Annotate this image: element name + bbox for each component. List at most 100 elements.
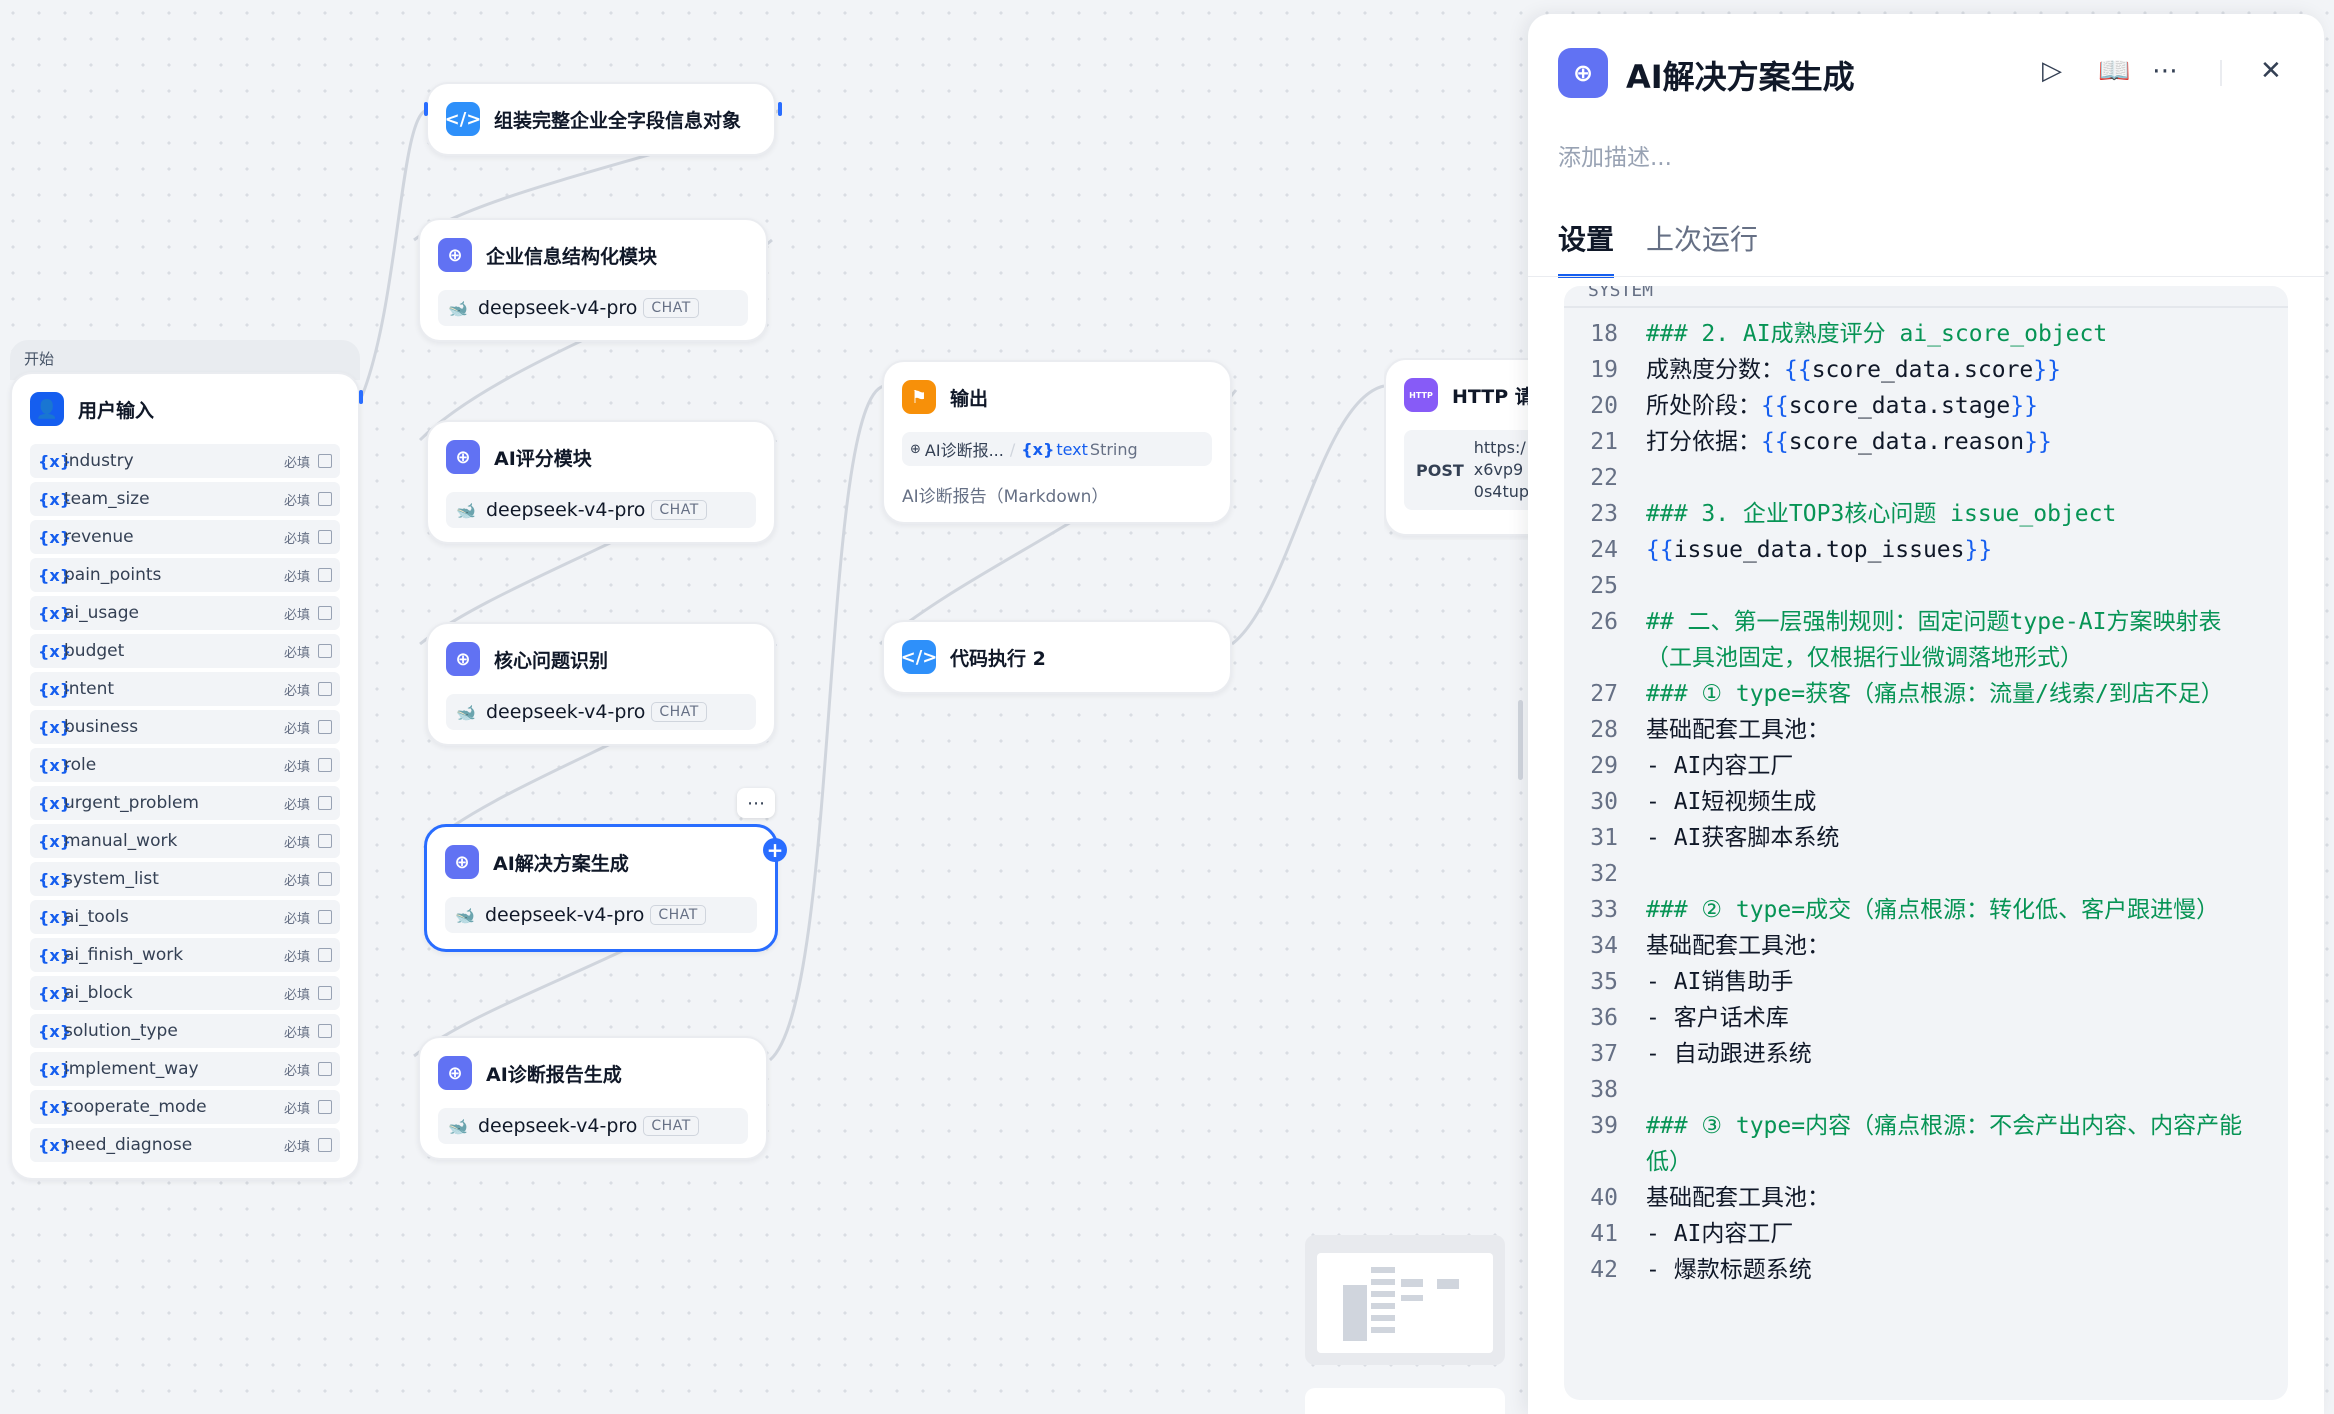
- node-issue[interactable]: ⊕ 核心问题识别 🐋 deepseek-v4-pro CHAT: [426, 622, 776, 746]
- code-body[interactable]: 18 ### 2. AI成熟度评分 ai_score_object 19 成熟度分数：…: [1564, 308, 2288, 1288]
- required-label: 必填: [283, 683, 310, 699]
- close-icon[interactable]: ✕: [2260, 56, 2282, 86]
- required-label: 必填: [283, 797, 310, 813]
- start-variable-row[interactable]: {x} team_size 必填: [30, 482, 340, 516]
- code-line: 24 {{issue_data.top_issues}}: [1564, 532, 2288, 568]
- start-variable-row[interactable]: {x} ai_finish_work 必填: [30, 938, 340, 972]
- node-assemble[interactable]: </> 组装完整企业全字段信息对象: [426, 82, 776, 156]
- tab-settings[interactable]: 设置: [1558, 218, 1615, 278]
- node-http[interactable]: HTTP HTTP 请 POST https:/ x6vp9 0s4tup: [1384, 358, 1528, 536]
- start-variable-row[interactable]: {x} system_list 必填: [30, 862, 340, 896]
- start-variable-row[interactable]: {x} implement_way 必填: [30, 1052, 340, 1086]
- http-method: POST: [1416, 460, 1464, 480]
- variable-name: cooperate_mode: [64, 1097, 207, 1117]
- ellipsis-icon[interactable]: ⋯: [2152, 56, 2178, 86]
- required-label: 必填: [283, 1063, 310, 1079]
- start-variable-row[interactable]: {x} solution_type 必填: [30, 1014, 340, 1048]
- line-number: 37: [1590, 1041, 1618, 1067]
- output-variable[interactable]: ⊕ AI诊断报... / {x} text String: [902, 432, 1212, 466]
- text-type-icon: [318, 492, 332, 506]
- text-type-icon: [318, 682, 332, 696]
- start-variable-row[interactable]: {x} cooperate_mode 必填: [30, 1090, 340, 1124]
- text-type-icon: [318, 834, 332, 848]
- start-variable-row[interactable]: {x} revenue 必填: [30, 520, 340, 554]
- start-variable-row[interactable]: {x} industry 必填: [30, 444, 340, 478]
- node-solution[interactable]: ⊕ AI解决方案生成 🐋 deepseek-v4-pro CHAT: [424, 824, 778, 952]
- code-text: - AI获客脚本系统: [1646, 825, 1840, 851]
- panel-tabs: 设置 上次运行: [1558, 218, 1790, 278]
- code-line: 27 ### ① type=获客（痛点根源：流量/线索/到店不足）: [1564, 676, 2288, 712]
- add-node-button[interactable]: +: [763, 838, 787, 862]
- minimap[interactable]: [1305, 1235, 1505, 1365]
- required-label: 必填: [283, 835, 310, 851]
- play-icon[interactable]: ▷: [2042, 56, 2062, 86]
- node-code2-title: 代码执行 2: [950, 647, 1046, 670]
- required-label: 必填: [283, 569, 310, 585]
- zoom-controls[interactable]: [1305, 1388, 1505, 1414]
- code-icon: </>: [445, 102, 481, 136]
- start-variable-row[interactable]: {x} manual_work 必填: [30, 824, 340, 858]
- http-url: https:/ x6vp9 0s4tup: [1474, 437, 1528, 503]
- chat-badge: CHAT: [643, 298, 699, 318]
- text-type-icon: [318, 986, 332, 1000]
- start-variable-row[interactable]: {x} intent 必填: [30, 672, 340, 706]
- brain-icon: ⊕: [1558, 48, 1608, 98]
- line-number: 25: [1590, 573, 1618, 599]
- description-input[interactable]: 添加描述...: [1558, 138, 1672, 172]
- line-number: 40: [1590, 1185, 1618, 1211]
- workflow-canvas[interactable]: 开始 👤 用户输入 {x} industry 必填 {x} team_size 必填 {x}…: [0, 0, 1530, 1414]
- code-text: 基础配套工具池：: [1646, 717, 1830, 743]
- node-score[interactable]: ⊕ AI评分模块 🐋 deepseek-v4-pro CHAT: [426, 420, 776, 544]
- node-assemble-input-handle[interactable]: [424, 102, 428, 116]
- start-variable-row[interactable]: {x} budget 必填: [30, 634, 340, 668]
- start-variable-row[interactable]: {x} ai_tools 必填: [30, 900, 340, 934]
- code-line: 29 - AI内容工厂: [1564, 748, 2288, 784]
- tab-last-run[interactable]: 上次运行: [1646, 218, 1758, 278]
- variable-icon: {x}: [38, 869, 72, 889]
- text-type-icon: [318, 454, 332, 468]
- node-structure-title: 企业信息结构化模块: [486, 245, 658, 268]
- node-more-button[interactable]: ⋯: [737, 788, 775, 818]
- model-selector[interactable]: 🐋 deepseek-v4-pro CHAT: [446, 492, 756, 528]
- output-description: AI诊断报告（Markdown）: [902, 487, 1109, 507]
- http-url-line: x6vp9: [1473, 460, 1524, 479]
- variable-icon: {x}: [38, 945, 72, 965]
- node-report-title: AI诊断报告生成: [486, 1063, 622, 1086]
- node-report[interactable]: ⊕ AI诊断报告生成 🐋 deepseek-v4-pro CHAT: [418, 1036, 768, 1160]
- text-type-icon: [318, 720, 332, 734]
- model-selector[interactable]: 🐋 deepseek-v4-pro CHAT: [446, 694, 756, 730]
- node-structure[interactable]: ⊕ 企业信息结构化模块 🐋 deepseek-v4-pro CHAT: [418, 218, 768, 342]
- start-variable-row[interactable]: {x} business 必填: [30, 710, 340, 744]
- model-selector[interactable]: 🐋 deepseek-v4-pro CHAT: [438, 290, 748, 326]
- required-label: 必填: [283, 987, 310, 1003]
- edge-code2-http: [1231, 384, 1385, 646]
- start-node-header: 👤 用户输入: [12, 374, 358, 444]
- node-assemble-output-handle[interactable]: [778, 102, 782, 116]
- text-type-icon: [318, 872, 332, 886]
- start-node[interactable]: 👤 用户输入 {x} industry 必填 {x} team_size 必填 {x} rev…: [10, 372, 360, 1180]
- model-selector[interactable]: 🐋 deepseek-v4-pro CHAT: [445, 897, 757, 933]
- start-variable-row[interactable]: {x} pain_points 必填: [30, 558, 340, 592]
- start-variable-row[interactable]: {x} role 必填: [30, 748, 340, 782]
- line-number: 19: [1590, 357, 1618, 383]
- node-output[interactable]: ⚑ 输出 ⊕ AI诊断报... / {x} text String AI诊断报告…: [882, 360, 1232, 524]
- panel-title[interactable]: AI解决方案生成: [1626, 52, 1855, 98]
- code-line: 40 基础配套工具池：: [1564, 1180, 2288, 1216]
- panel-resize-handle[interactable]: [1518, 700, 1523, 780]
- code-line: 22: [1564, 460, 2288, 496]
- system-prompt-editor[interactable]: SYSTEM 18 ### 2. AI成熟度评分 ai_score_object 1…: [1564, 286, 2288, 1400]
- start-output-handle[interactable]: [359, 390, 363, 404]
- chat-badge: CHAT: [643, 1116, 699, 1136]
- book-icon[interactable]: 📖: [2098, 56, 2130, 86]
- start-variable-row[interactable]: {x} need_diagnose 必填: [30, 1128, 340, 1162]
- variable-name: system_list: [64, 869, 159, 889]
- model-selector[interactable]: 🐋 deepseek-v4-pro CHAT: [438, 1108, 748, 1144]
- variable-name: urgent_problem: [64, 793, 199, 813]
- start-variable-row[interactable]: {x} urgent_problem 必填: [30, 786, 340, 820]
- start-variable-row[interactable]: {x} ai_usage 必填: [30, 596, 340, 630]
- user-icon: 👤: [30, 392, 64, 426]
- chat-badge: CHAT: [651, 500, 707, 520]
- line-number: 18: [1590, 321, 1618, 347]
- start-variable-row[interactable]: {x} ai_block 必填: [30, 976, 340, 1010]
- node-code2[interactable]: </> 代码执行 2: [882, 620, 1232, 694]
